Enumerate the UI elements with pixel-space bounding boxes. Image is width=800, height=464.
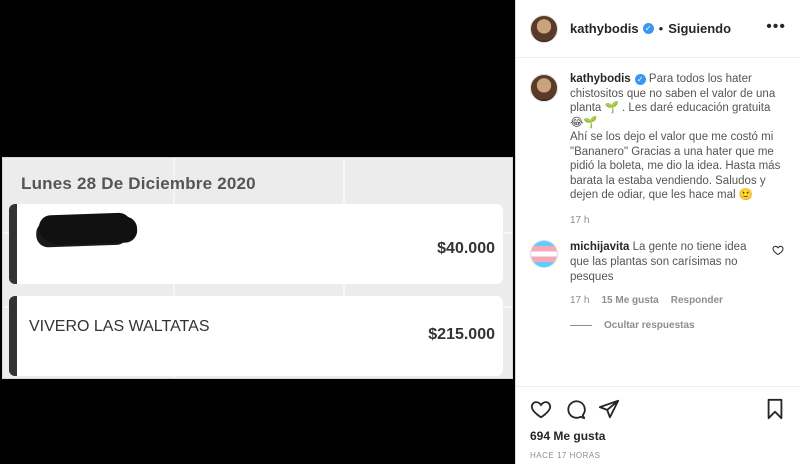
receipt-entry: VIVERO LAS WALTATAS $215.000: [9, 296, 503, 376]
heart-icon[interactable]: [772, 244, 784, 256]
receipt-entry: $40.000: [9, 204, 503, 284]
redaction-mark: [38, 212, 132, 242]
action-icons: [530, 395, 786, 423]
more-options-icon[interactable]: •••: [766, 18, 786, 36]
comment-likes[interactable]: 15 Me gusta: [601, 295, 658, 306]
entry-name: VIVERO LAS WALTATAS: [29, 318, 210, 335]
caption-text: Para todos los hater chistositos que no …: [570, 73, 781, 201]
receipt-date: Lunes 28 De Diciembre 2020: [21, 174, 256, 193]
reply-button[interactable]: Responder: [671, 295, 723, 306]
comment: michijavita La gente no tiene idea que l…: [530, 239, 786, 285]
comment-body: michijavita La gente no tiene idea que l…: [570, 240, 765, 285]
receipt-image: Lunes 28 De Diciembre 2020 $40.000 VIVER…: [2, 157, 513, 379]
verified-icon: ✓: [634, 74, 646, 85]
entry-amount: $40.000: [437, 240, 495, 257]
comments-section[interactable]: kathybodis ✓ Para todos los hater chistos…: [530, 72, 786, 331]
caption-body: kathybodis ✓ Para todos los hater chistos…: [570, 72, 785, 203]
verified-icon: ✓: [642, 23, 654, 34]
post-media[interactable]: Lunes 28 De Diciembre 2020 $40.000 VIVER…: [0, 0, 515, 464]
caption: kathybodis ✓ Para todos los hater chistos…: [530, 72, 786, 203]
hide-replies-button[interactable]: Ocultar respuestas: [570, 320, 786, 331]
following-button[interactable]: Siguiendo: [668, 21, 731, 36]
post-side-panel: kathybodis ✓ • Siguiendo ••• kathybodis ✓…: [515, 0, 800, 464]
comment-time: 17 h: [570, 294, 590, 306]
comment-icon[interactable]: [564, 398, 586, 420]
post-header: kathybodis ✓ • Siguiendo •••: [516, 0, 800, 58]
hide-replies-label: Ocultar respuestas: [604, 319, 695, 331]
header-username[interactable]: kathybodis: [570, 21, 639, 36]
avatar[interactable]: [530, 239, 558, 268]
comment-username[interactable]: michijavita: [570, 241, 629, 253]
post-actions: 694 Me gusta HACE 17 HORAS: [516, 386, 800, 464]
comment-meta: 17 h 15 Me gusta Responder: [570, 295, 786, 306]
entry-amount: $215.000: [428, 326, 495, 343]
separator-dot: •: [658, 21, 664, 36]
instagram-post: Lunes 28 De Diciembre 2020 $40.000 VIVER…: [0, 0, 800, 464]
avatar[interactable]: [530, 74, 558, 102]
avatar[interactable]: [530, 14, 558, 43]
divider: [570, 324, 592, 326]
likes-count[interactable]: 694 Me gusta: [530, 429, 786, 443]
post-timestamp: HACE 17 HORAS: [530, 451, 601, 460]
like-heart-icon[interactable]: [530, 398, 552, 420]
caption-username[interactable]: kathybodis: [570, 73, 631, 85]
caption-time: 17 h: [570, 214, 590, 226]
share-icon[interactable]: [598, 398, 620, 420]
bookmark-icon[interactable]: [764, 398, 786, 420]
